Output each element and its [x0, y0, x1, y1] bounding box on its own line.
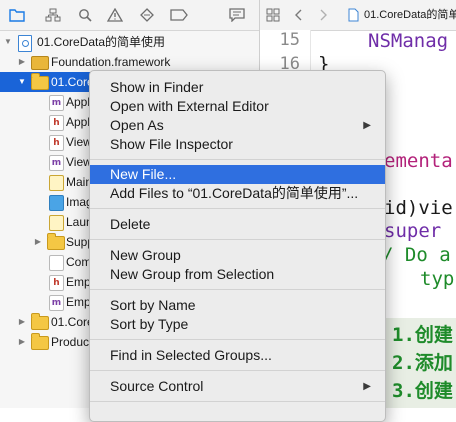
- report-icon[interactable]: [228, 6, 246, 24]
- file-icon: [348, 6, 359, 24]
- hierarchy-icon[interactable]: [44, 6, 62, 24]
- h-file-icon: h: [49, 275, 64, 291]
- project-icon: [18, 35, 32, 52]
- disclosure-closed-icon[interactable]: ▶: [17, 332, 27, 352]
- m-file-icon: m: [49, 95, 64, 111]
- menu-separator: [90, 239, 385, 240]
- tree-row-label: View: [66, 135, 92, 149]
- jump-bar: 01.CoreData的简单: [260, 0, 456, 31]
- code-line: id)vie: [384, 197, 453, 219]
- menu-item-find-in-selected-groups[interactable]: Find in Selected Groups...: [90, 346, 385, 365]
- tree-row-label: 01.Core: [51, 315, 94, 329]
- comment-line: 3.创建: [392, 380, 453, 402]
- menu-item-source-control[interactable]: Source Control ▶: [90, 377, 385, 396]
- folder-icon: [31, 73, 49, 90]
- menu-separator: [90, 159, 385, 160]
- framework-icon: [31, 56, 49, 70]
- folder-icon: [31, 333, 49, 350]
- line-number: 15: [279, 30, 300, 50]
- forward-arrow-icon[interactable]: [318, 6, 328, 24]
- disclosure-closed-icon[interactable]: ▶: [17, 52, 27, 72]
- jump-bar-file-title[interactable]: 01.CoreData的简单: [364, 6, 456, 24]
- menu-item-open-with-external-editor[interactable]: Open with External Editor: [90, 97, 385, 116]
- h-file-icon: h: [49, 115, 64, 131]
- submenu-arrow-icon: ▶: [363, 120, 371, 131]
- disclosure-open-icon[interactable]: ▼: [3, 32, 13, 52]
- code-line: super: [384, 220, 442, 242]
- tree-row-label: View: [66, 155, 92, 169]
- project-name: 01.CoreData的简单使用: [37, 35, 166, 49]
- breakpoint-icon[interactable]: [170, 6, 188, 24]
- h-file-icon: h: [49, 135, 64, 151]
- storyboard-icon: [49, 215, 64, 231]
- m-file-icon: m: [49, 295, 64, 311]
- warning-icon[interactable]: [106, 6, 124, 24]
- asset-catalog-icon: [49, 195, 64, 211]
- grid-icon[interactable]: [266, 6, 280, 24]
- disclosure-closed-icon[interactable]: ▶: [33, 232, 43, 252]
- context-menu: Show in Finder Open with External Editor…: [89, 70, 386, 422]
- code-line: NSManag: [368, 30, 449, 52]
- menu-separator: [90, 401, 385, 402]
- tree-row-foundation-framework[interactable]: ▶ Foundation.framework: [0, 52, 259, 72]
- back-arrow-icon[interactable]: [294, 6, 304, 24]
- menu-item-add-files[interactable]: Add Files to “01.CoreData的简单使用”...: [90, 184, 385, 203]
- comment-line: 1.创建: [392, 324, 453, 346]
- menu-item-show-in-finder[interactable]: Show in Finder: [90, 78, 385, 97]
- menu-item-delete[interactable]: Delete: [90, 215, 385, 234]
- storyboard-icon: [49, 175, 64, 191]
- navigator-toolbar: [0, 0, 259, 31]
- disclosure-open-icon[interactable]: ▼: [17, 72, 27, 92]
- m-file-icon: m: [49, 155, 64, 171]
- menu-item-sort-by-name[interactable]: Sort by Name: [90, 296, 385, 315]
- folder-icon: [31, 313, 49, 330]
- tree-row-label: Emp: [66, 275, 91, 289]
- diamond-icon[interactable]: [138, 6, 156, 24]
- tree-row-label: Appl: [66, 115, 91, 129]
- disclosure-closed-icon[interactable]: ▶: [17, 312, 27, 332]
- tree-row-project[interactable]: ▼ 01.CoreData的简单使用: [0, 32, 259, 52]
- coredata-model-icon: [49, 255, 64, 271]
- code-line: / Do a: [382, 244, 451, 266]
- tree-row-label: Foundation.framework: [51, 55, 171, 69]
- search-icon[interactable]: [76, 6, 94, 24]
- menu-item-new-group-from-selection[interactable]: New Group from Selection: [90, 265, 385, 284]
- menu-separator: [90, 208, 385, 209]
- tree-row-label: Emp: [66, 295, 91, 309]
- comment-line: 2.添加: [392, 352, 453, 374]
- menu-item-sort-by-type[interactable]: Sort by Type: [90, 315, 385, 334]
- tree-row-label: Com: [66, 255, 92, 269]
- submenu-arrow-icon: ▶: [363, 381, 371, 392]
- code-line: ementa: [384, 150, 453, 172]
- tree-row-label: Appl: [66, 95, 91, 109]
- menu-item-new-file[interactable]: New File...: [90, 165, 385, 184]
- menu-separator: [90, 339, 385, 340]
- menu-item-open-as[interactable]: Open As ▶: [90, 116, 385, 135]
- menu-item-show-file-inspector[interactable]: Show File Inspector: [90, 135, 385, 154]
- folder-icon: [47, 233, 65, 250]
- menu-item-new-group[interactable]: New Group: [90, 246, 385, 265]
- menu-separator: [90, 289, 385, 290]
- folder-icon[interactable]: [8, 6, 26, 24]
- tree-row-label: Produc: [51, 335, 90, 349]
- code-line: typ: [420, 268, 455, 290]
- menu-separator: [90, 370, 385, 371]
